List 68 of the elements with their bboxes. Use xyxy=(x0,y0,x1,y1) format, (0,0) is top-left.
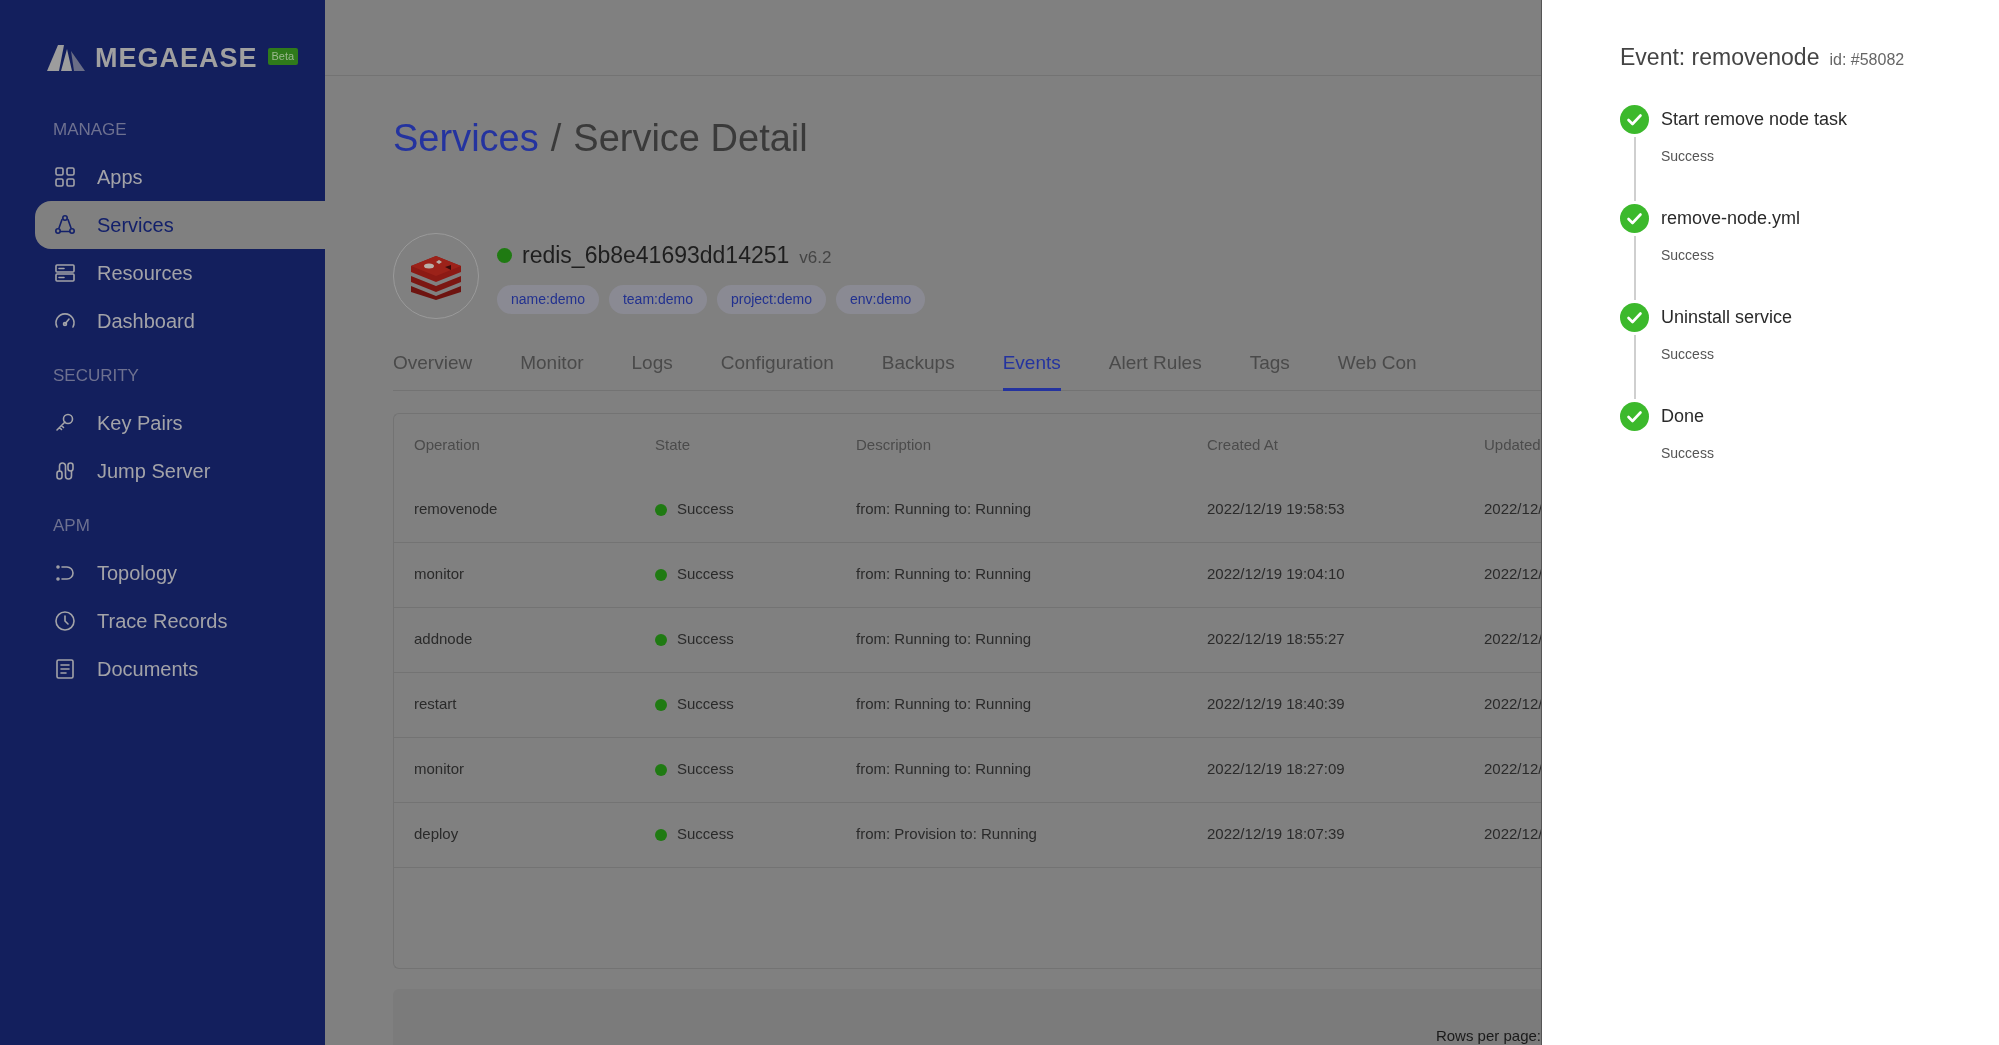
table-cell-text: 2022/12/19 19:58:53 xyxy=(1207,499,1346,520)
check-icon xyxy=(1620,203,1649,233)
table-cell-text: Success xyxy=(677,564,734,585)
table-cell-text: Success xyxy=(677,824,734,845)
tag-chip: project:demo xyxy=(717,284,826,314)
tag-chip: team:demo xyxy=(608,284,707,314)
sidebar-item[interactable]: Apps xyxy=(35,152,325,201)
service-name: redis_6b8e41693dd14251 xyxy=(522,241,790,271)
table-cell-text: from: Running to: Running xyxy=(856,759,1033,780)
service-version: v6.2 xyxy=(799,246,832,269)
check-icon xyxy=(1620,401,1649,431)
table-cell-text: from: Running to: Running xyxy=(856,564,1033,585)
step-title: remove-node.yml xyxy=(1661,206,1801,230)
table-cell-text: removenode xyxy=(414,499,499,520)
check-icon xyxy=(1620,302,1649,332)
table-cell-text: 2022/12/19 18:40:39 xyxy=(1207,694,1346,715)
step-title: Start remove node task xyxy=(1661,107,1848,131)
section-heading: APM xyxy=(52,514,91,537)
table-cell-text: Success xyxy=(677,499,734,520)
page-title: Service Detail xyxy=(573,116,808,161)
logo-icon xyxy=(47,45,85,72)
sidebar-item[interactable]: Key Pairs xyxy=(35,398,325,447)
table-cell-text: 2022/12/19 18:55:27 xyxy=(1207,629,1346,650)
sidebar-item[interactable]: Resources xyxy=(35,248,325,297)
sidebar-item[interactable]: Dashboard xyxy=(35,296,325,345)
step-status: Success xyxy=(1661,344,1714,362)
table-cell-text: 2022/12/19 18:07:39 xyxy=(1207,824,1346,845)
clock-icon xyxy=(53,608,77,633)
tag-chip: name:demo xyxy=(497,284,599,314)
check-icon xyxy=(1620,104,1649,134)
section-heading: SECURITY xyxy=(52,364,140,387)
table-cell-text: Success xyxy=(677,629,734,650)
beta-badge: Beta xyxy=(267,48,299,65)
panel-title: Event: removenode xyxy=(1620,43,1820,72)
table-cell-text: 2022/12/19 19:04:10 xyxy=(1207,564,1346,585)
rows-per-page-label: Rows per page: xyxy=(1435,1026,1541,1045)
step-status: Success xyxy=(1661,245,1714,263)
table-cell-text: monitor xyxy=(414,759,466,780)
grid-icon xyxy=(53,164,77,189)
sidebar-item[interactable]: Documents xyxy=(35,644,325,693)
sidebar-item[interactable]: Trace Records xyxy=(35,596,325,645)
section-heading: MANAGE xyxy=(52,118,128,141)
sidebar-item[interactable]: Jump Server xyxy=(35,446,325,495)
table-cell-text: monitor xyxy=(414,564,466,585)
table-cell-text: from: Running to: Running xyxy=(856,629,1033,650)
table-cell-text: addnode xyxy=(414,629,474,650)
step-status: Success xyxy=(1661,443,1714,461)
tab[interactable]: Events xyxy=(1002,349,1061,391)
table-cell-text: from: Running to: Running xyxy=(856,694,1033,715)
nodes-icon xyxy=(53,212,77,237)
table-cell-text: Success xyxy=(677,759,734,780)
step-status: Success xyxy=(1661,146,1714,164)
table-cell-text: from: Provision to: Running xyxy=(856,824,1038,845)
table-cell-text: from: Running to: Running xyxy=(856,499,1033,520)
logo-text: MEGAEASE xyxy=(95,42,258,75)
table-cell-text: Success xyxy=(677,694,734,715)
table-cell-text: deploy xyxy=(414,824,460,845)
tag-chip: env:demo xyxy=(835,284,926,314)
sidebar-item[interactable]: Services xyxy=(35,200,325,249)
breadcrumb-link[interactable]: Services xyxy=(393,110,539,167)
step-title: Done xyxy=(1661,404,1705,428)
table-cell-text: 2022/12/19 18:27:09 xyxy=(1207,759,1346,780)
table-cell-text: restart xyxy=(414,694,458,715)
document-icon xyxy=(53,656,77,681)
breadcrumb-separator: / xyxy=(550,116,562,161)
event-id: id: #58082 xyxy=(1829,50,1905,70)
step-title: Uninstall service xyxy=(1661,305,1793,329)
sidebar-item[interactable]: Topology xyxy=(35,548,325,597)
